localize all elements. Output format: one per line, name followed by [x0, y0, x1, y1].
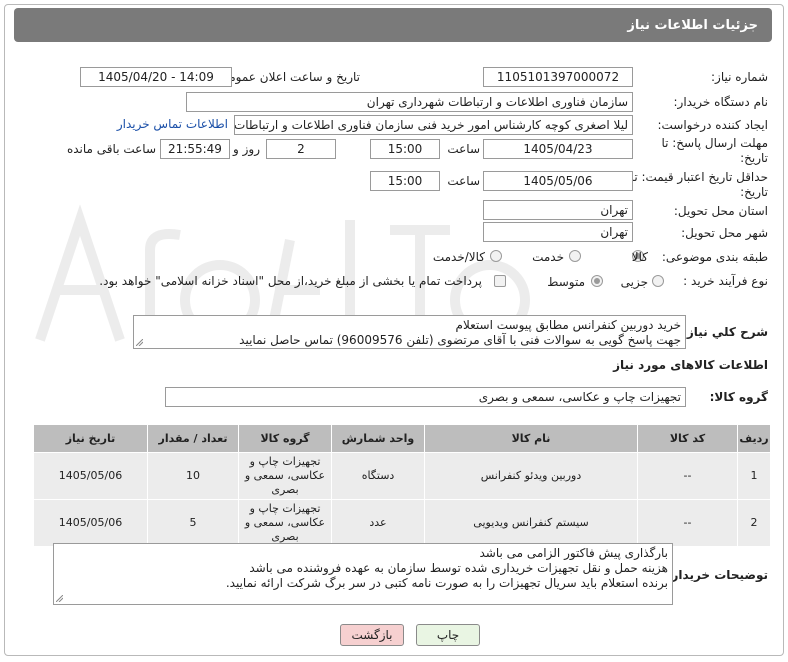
description-textarea[interactable]: خرید دوربین کنفرانس مطابق پیوست استعلام … — [133, 315, 686, 349]
col-row-index: ردیف — [737, 424, 771, 453]
item-need-date: 1405/05/06 — [33, 452, 148, 500]
remaining-label: ساعت باقی مانده — [66, 142, 156, 156]
resize-grip-icon — [136, 339, 143, 346]
resize-grip-icon — [56, 595, 63, 602]
days-field: 2 — [266, 139, 336, 159]
col-need-date: تاریخ نیاز — [33, 424, 148, 453]
description-line-2: جهت پاسخ گویی به سوالات فنی با آقای مرتض… — [239, 333, 681, 347]
item-name: سیستم کنفرانس ویدیویی — [424, 499, 638, 547]
back-button[interactable]: بازگشت — [340, 624, 404, 646]
category-both-radio[interactable] — [490, 250, 502, 262]
deadline-time-label: ساعت — [447, 142, 480, 156]
process-minor-label: جزیی — [620, 275, 648, 289]
page-header: جزئیات اطلاعات نیاز — [14, 8, 772, 42]
remaining-time-field: 21:55:49 — [160, 139, 230, 159]
buyer-notes-line-2: هزینه حمل و نقل تجهیزات خریداری شده توسط… — [249, 561, 668, 575]
province-field: تهران — [483, 200, 633, 220]
validity-time-field: 15:00 — [370, 171, 440, 191]
col-group: گروه کالا — [238, 424, 332, 453]
announce-label: تاریخ و ساعت اعلان عمومی: — [215, 70, 360, 84]
table-row: 1 -- دوربین ویدئو کنفرانس دستگاه تجهیزات… — [33, 452, 771, 500]
buyer-org-field: سازمان فناوری اطلاعات و ارتباطات شهرداری… — [186, 92, 633, 112]
item-quantity: 10 — [147, 452, 239, 500]
category-goods-label: کالا — [631, 250, 648, 264]
col-unit: واحد شمارش — [331, 424, 425, 453]
announce-field: 1405/04/20 - 14:09 — [80, 67, 232, 87]
item-need-date: 1405/05/06 — [33, 499, 148, 547]
goods-section-title: اطلاعات کالاهای مورد نیاز — [613, 358, 768, 372]
item-group: تجهیزات چاپ و عکاسی، سمعی و بصری — [238, 499, 332, 547]
goods-group-field: تجهیزات چاپ و عکاسی، سمعی و بصری — [165, 387, 686, 407]
buyer-org-label: نام دستگاه خریدار: — [673, 95, 769, 109]
print-button[interactable]: چاپ — [416, 624, 480, 646]
validity-label: حداقل تاریخ اعتبار قیمت: تا تاریخ: — [630, 170, 768, 199]
item-code: -- — [637, 499, 738, 547]
buyer-notes-line-1: بارگذاری پیش فاکتور الزامی می باشد — [479, 546, 668, 560]
contact-info-link[interactable]: اطلاعات تماس خریدار — [117, 117, 228, 131]
creator-field: لیلا اصغری کوچه کارشناس امور خرید فنی سا… — [234, 115, 633, 135]
item-unit: عدد — [331, 499, 425, 547]
item-quantity: 5 — [147, 499, 239, 547]
goods-table-header: ردیف کد کالا نام کالا واحد شمارش گروه کا… — [33, 424, 771, 453]
need-number-field: 1105101397000072 — [483, 67, 633, 87]
deadline-time-field: 15:00 — [370, 139, 440, 159]
validity-date-field: 1405/05/06 — [483, 171, 633, 191]
days-label: روز و — [233, 142, 260, 156]
description-line-1: خرید دوربین کنفرانس مطابق پیوست استعلام — [455, 318, 681, 332]
goods-table: ردیف کد کالا نام کالا واحد شمارش گروه کا… — [33, 424, 771, 547]
row-index: 2 — [737, 499, 771, 547]
treasury-payment-checkbox[interactable] — [494, 275, 506, 287]
item-code: -- — [637, 452, 738, 500]
process-medium-radio[interactable] — [591, 275, 603, 287]
buyer-notes-textarea[interactable]: بارگذاری پیش فاکتور الزامی می باشد هزینه… — [53, 543, 673, 605]
deadline-date-field: 1405/04/23 — [483, 139, 633, 159]
category-service-radio[interactable] — [569, 250, 581, 262]
col-item-name: نام کالا — [424, 424, 638, 453]
row-index: 1 — [737, 452, 771, 500]
page-title: جزئیات اطلاعات نیاز — [627, 17, 758, 33]
process-label: نوع فرآیند خرید : — [683, 274, 768, 288]
description-label: شرح كلي نياز: — [682, 325, 768, 339]
need-number-label: شماره نیاز: — [711, 70, 768, 84]
deadline-label: مهلت ارسال پاسخ: تا تاریخ: — [661, 136, 768, 165]
item-group: تجهیزات چاپ و عکاسی، سمعی و بصری — [238, 452, 332, 500]
treasury-payment-note: پرداخت تمام یا بخشی از مبلغ خرید،از محل … — [99, 274, 482, 288]
province-label: استان محل تحویل: — [673, 204, 768, 218]
city-field: تهران — [483, 222, 633, 242]
city-label: شهر محل تحویل: — [681, 226, 768, 240]
category-label: طبقه بندی موضوعی: — [661, 250, 768, 264]
col-item-code: کد کالا — [637, 424, 738, 453]
table-row: 2 -- سیستم کنفرانس ویدیویی عدد تجهیزات چ… — [33, 499, 771, 547]
category-both-label: کالا/خدمت — [432, 250, 485, 264]
process-minor-radio[interactable] — [652, 275, 664, 287]
category-service-label: خدمت — [532, 250, 564, 264]
goods-group-label: گروه کالا: — [709, 390, 768, 404]
creator-label: ایجاد کننده درخواست: — [657, 118, 768, 132]
process-medium-label: متوسط — [547, 275, 585, 289]
item-name: دوربین ویدئو کنفرانس — [424, 452, 638, 500]
item-unit: دستگاه — [331, 452, 425, 500]
col-quantity: تعداد / مقدار — [147, 424, 239, 453]
buyer-notes-label: توضیحات خریدار: — [666, 568, 768, 582]
buyer-notes-line-3: برنده استعلام باید سریال تجهیزات را به ص… — [225, 576, 668, 590]
validity-time-label: ساعت — [447, 174, 480, 188]
